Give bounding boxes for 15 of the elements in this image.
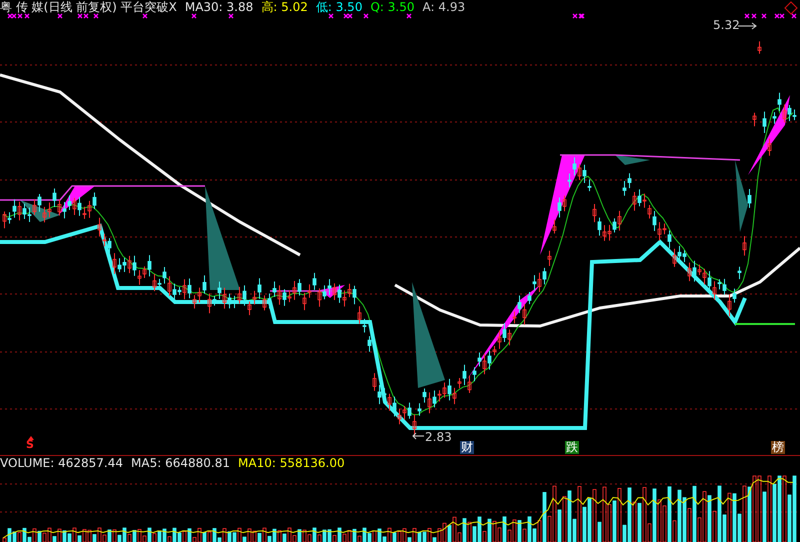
chart-title: 粤 传 媒(日线 前复权) 平台突破X [0, 0, 177, 14]
indicator-value: MA30: 3.88 [184, 0, 254, 14]
indicator-value: Q: 3.50 [370, 0, 414, 14]
event-badge: 榜 [771, 441, 785, 454]
indicator-value: MA5: 664880.81 [131, 456, 230, 470]
indicator-value: MA10: 558136.00 [238, 456, 345, 470]
high-price-label: 5.32 [713, 18, 740, 32]
signal-label: S [26, 440, 34, 450]
indicator-value: 低: 3.50 [316, 0, 362, 14]
low-price-label: 2.83 [425, 430, 452, 444]
indicator-value: 高: 5.02 [261, 0, 308, 14]
indicator-value: VOLUME: 462857.44 [0, 456, 124, 470]
indicator-value: A: 4.93 [422, 0, 466, 14]
event-badge: 跌 [565, 441, 579, 454]
event-badge: 财 [460, 441, 474, 454]
